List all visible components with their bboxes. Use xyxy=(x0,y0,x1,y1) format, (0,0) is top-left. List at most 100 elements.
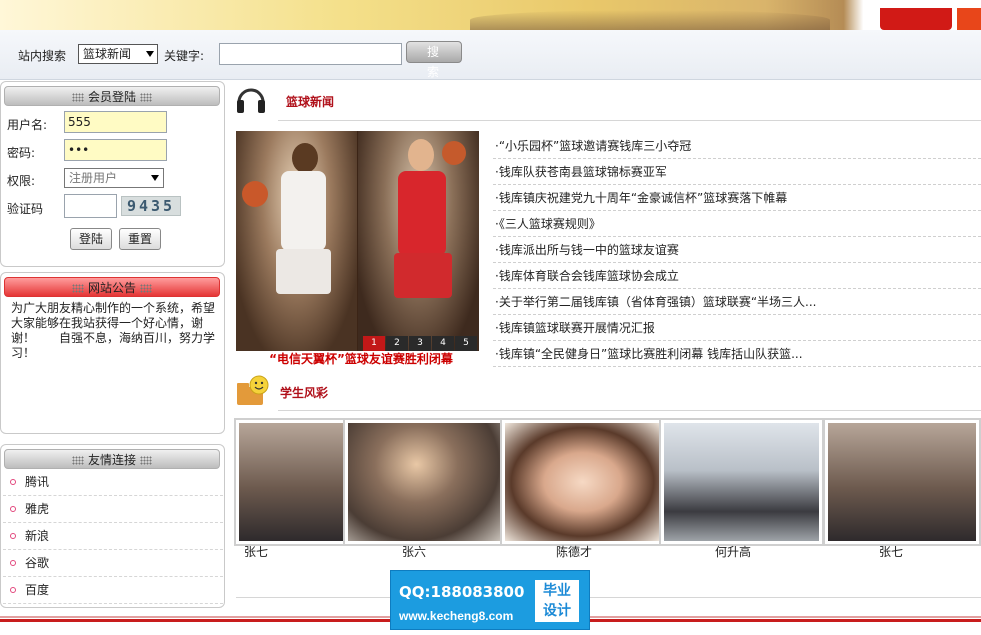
search-button[interactable]: 搜 索 xyxy=(406,41,462,79)
watermark-qq: QQ:188083800 xyxy=(399,583,525,601)
bullet-icon xyxy=(10,479,16,485)
dots-icon xyxy=(71,456,84,465)
slide-pager: 1 2 3 4 5 xyxy=(363,336,478,351)
headphones-icon xyxy=(237,88,265,113)
student-name[interactable]: 张六 xyxy=(402,543,426,560)
password-label: 密码: xyxy=(7,146,36,160)
smiley-folder-icon xyxy=(237,375,269,405)
news-list-item[interactable]: ·“小乐园杯”篮球邀请赛钱库三小夺冠 xyxy=(493,133,981,159)
slide-page-button[interactable]: 3 xyxy=(409,336,431,351)
dots-icon xyxy=(140,284,152,293)
notice-text: 为广大朋友精心制作的一个系统，希望大家能够在我站获得一个好心情，谢谢！ 自强不息… xyxy=(11,301,216,360)
link-item[interactable]: 谷歌 xyxy=(3,550,223,577)
news-list-item[interactable]: ·《三人篮球赛规则》 xyxy=(493,211,981,237)
username-label: 用户名: xyxy=(7,118,48,132)
search-bar: 站内搜索 篮球新闻 关键字: 搜 索 xyxy=(0,30,981,80)
login-title-text: 会员登陆 xyxy=(87,90,136,104)
link-item[interactable]: 雅虎 xyxy=(3,496,223,523)
top-banner xyxy=(0,0,981,30)
captcha-label: 验证码 xyxy=(7,202,44,216)
student-photo-frame[interactable] xyxy=(823,418,981,546)
links-title-text: 友情连接 xyxy=(87,453,136,467)
friend-links-panel: 友情连接 腾讯 雅虎 新浪 谷歌 百度 xyxy=(0,444,225,608)
student-name[interactable]: 张七 xyxy=(879,543,903,560)
news-list-item[interactable]: ·钱库镇篮球联赛开展情况汇报 xyxy=(493,315,981,341)
login-button[interactable]: 登陆 xyxy=(70,228,112,250)
student-photo xyxy=(348,423,500,541)
username-input[interactable]: 555 xyxy=(64,111,167,133)
slide-page-button[interactable]: 5 xyxy=(455,336,477,351)
player-shorts xyxy=(276,249,331,294)
link-label: 新浪 xyxy=(25,529,50,543)
link-label: 谷歌 xyxy=(25,556,50,570)
notice-panel: 网站公告 为广大朋友精心制作的一个系统，希望大家能够在我站获得一个好心情，谢谢！… xyxy=(0,272,225,434)
page-root: 站内搜索 篮球新闻 关键字: 搜 索 会员登陆 用户名: 555 密码: •••… xyxy=(0,0,981,635)
link-item[interactable]: 腾讯 xyxy=(3,469,223,496)
watermark-url: www.kecheng8.com xyxy=(399,609,514,623)
slide-page-button[interactable]: 2 xyxy=(386,336,408,351)
link-item[interactable]: 新浪 xyxy=(3,523,223,550)
captcha-image[interactable]: 9435 xyxy=(121,196,181,216)
student-name[interactable]: 张七 xyxy=(244,543,268,560)
link-label: 百度 xyxy=(25,583,50,597)
basketball xyxy=(442,141,466,165)
dots-icon xyxy=(71,93,84,102)
news-list-item[interactable]: ·钱库镇“全民健身日”篮球比赛胜利闭幕 钱库括山队获篮... xyxy=(493,341,981,367)
student-photo xyxy=(664,423,819,541)
reset-button[interactable]: 重置 xyxy=(119,228,161,250)
bullet-icon xyxy=(10,587,16,593)
student-photo-frame[interactable] xyxy=(234,418,348,546)
keyword-label: 关键字: xyxy=(164,49,205,63)
student-photo-frame[interactable] xyxy=(500,418,665,546)
player-shorts xyxy=(394,253,452,298)
students-section-title: 学生风彩 xyxy=(280,386,329,400)
bullet-icon xyxy=(10,506,16,512)
dots-icon xyxy=(140,456,152,465)
bullet-icon xyxy=(10,560,16,566)
player-jersey xyxy=(398,171,446,256)
link-label: 雅虎 xyxy=(25,502,50,516)
search-label: 站内搜索 xyxy=(18,49,67,63)
student-photo-frame[interactable] xyxy=(343,418,505,546)
watermark-box-line1: 毕业 xyxy=(543,583,571,599)
notice-panel-title: 网站公告 xyxy=(4,277,220,297)
role-select-value: 注册用户 xyxy=(69,171,118,185)
watermark-box: 毕业 设计 xyxy=(535,580,579,622)
news-slide-caption[interactable]: “电信天翼杯”篮球友谊赛胜利闭幕 xyxy=(236,350,486,367)
watermark-box-line2: 设计 xyxy=(543,603,571,619)
slide-page-button[interactable]: 4 xyxy=(432,336,454,351)
news-section-title: 篮球新闻 xyxy=(286,95,335,109)
search-scope-select[interactable]: 篮球新闻 xyxy=(78,44,158,64)
news-slideshow[interactable]: 1 2 3 4 5 xyxy=(236,131,479,351)
chevron-down-icon xyxy=(146,51,154,57)
news-list-item[interactable]: ·钱库队获苍南县篮球锦标赛亚军 xyxy=(493,159,981,185)
captcha-input[interactable] xyxy=(64,194,117,218)
student-photo xyxy=(239,423,343,541)
student-photo xyxy=(505,423,660,541)
student-name[interactable]: 陈德才 xyxy=(556,543,592,560)
bullet-icon xyxy=(10,533,16,539)
news-list-item[interactable]: ·钱库派出所与钱一中的篮球友谊赛 xyxy=(493,237,981,263)
link-label: 腾讯 xyxy=(25,475,50,489)
slide-page-button[interactable]: 1 xyxy=(363,336,385,351)
link-item[interactable]: 百度 xyxy=(3,577,223,604)
student-photo xyxy=(828,423,976,541)
news-list-item[interactable]: ·钱库体育联合会钱库篮球协会成立 xyxy=(493,263,981,289)
news-divider xyxy=(278,120,981,121)
keyword-input[interactable] xyxy=(219,43,402,65)
password-input[interactable]: ••• xyxy=(64,139,167,161)
news-list-item[interactable]: ·关于举行第二届钱库镇（省体育强镇）篮球联赛“半场三人... xyxy=(493,289,981,315)
banner-orange-tab xyxy=(957,8,981,30)
student-name[interactable]: 何升高 xyxy=(715,543,751,560)
search-scope-value: 篮球新闻 xyxy=(83,47,132,61)
role-select[interactable]: 注册用户 xyxy=(64,168,164,188)
login-panel: 会员登陆 用户名: 555 密码: ••• 权限: 注册用户 验证码 9435 … xyxy=(0,81,225,267)
watermark-badge: QQ:188083800 www.kecheng8.com 毕业 设计 xyxy=(390,570,590,630)
login-panel-title: 会员登陆 xyxy=(4,86,220,106)
news-list-item[interactable]: ·钱库镇庆祝建党九十周年“金豪诚信杯”篮球赛落下帷幕 xyxy=(493,185,981,211)
banner-red-tab xyxy=(880,8,952,30)
students-divider xyxy=(278,410,981,411)
student-photo-frame[interactable] xyxy=(659,418,824,546)
player-jersey xyxy=(281,171,326,251)
banner-decoration xyxy=(470,10,830,30)
